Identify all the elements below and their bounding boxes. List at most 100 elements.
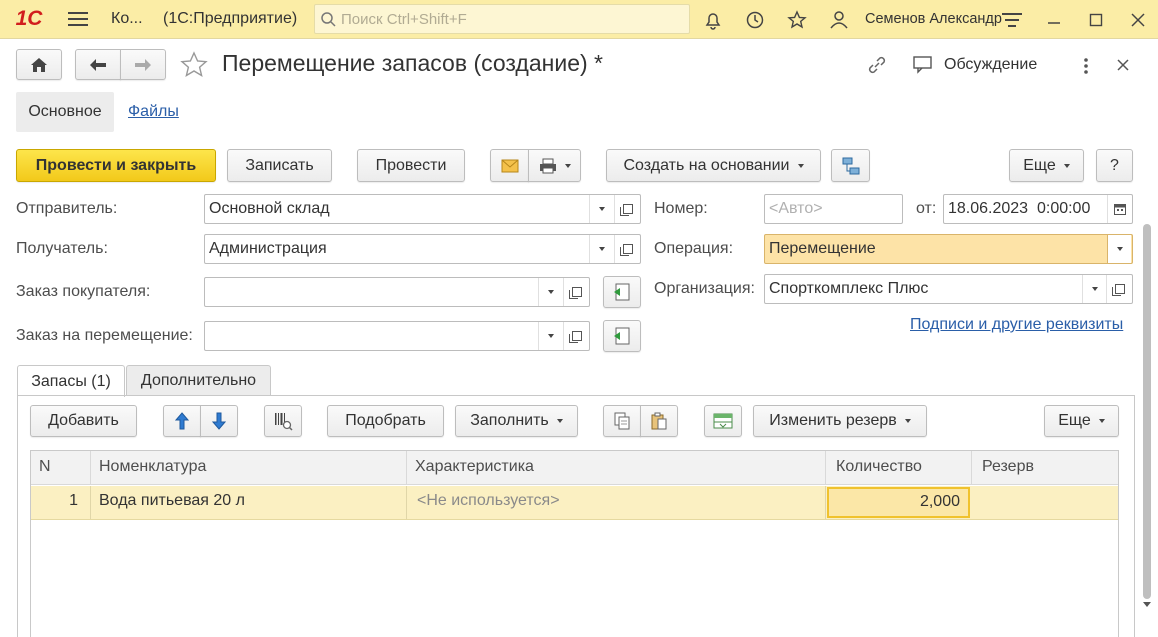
- dropdown-icon[interactable]: [538, 322, 562, 350]
- more-vertical-icon[interactable]: [1078, 56, 1094, 76]
- change-reserve-button[interactable]: Изменить резерв: [753, 405, 927, 437]
- bell-icon[interactable]: [701, 8, 725, 32]
- receiver-label: Получатель:: [16, 240, 108, 257]
- reserve-table-button[interactable]: [704, 405, 742, 437]
- favorite-star-icon[interactable]: [179, 50, 211, 80]
- arrow-up-icon: [175, 412, 189, 430]
- history-icon[interactable]: [743, 8, 767, 32]
- dropdown-icon[interactable]: [1107, 235, 1131, 263]
- search-icon: [321, 12, 336, 27]
- column-header-n[interactable]: N: [31, 451, 91, 485]
- tab-additional[interactable]: Дополнительно: [126, 365, 271, 395]
- maximize-icon[interactable]: [1085, 9, 1107, 31]
- close-form-icon[interactable]: [1116, 58, 1132, 74]
- number-field[interactable]: <Авто>: [764, 194, 903, 224]
- post-and-close-button[interactable]: Провести и закрыть: [16, 149, 216, 182]
- back-button[interactable]: [75, 49, 121, 80]
- discussion-icon[interactable]: [912, 55, 936, 77]
- receiver-value: Администрация: [209, 240, 327, 257]
- open-icon[interactable]: [1106, 275, 1132, 303]
- cell-characteristic[interactable]: <Не используется>: [407, 486, 826, 519]
- number-label: Номер:: [654, 200, 708, 217]
- paste-rows-button[interactable]: [640, 405, 678, 437]
- tab-main[interactable]: Основное: [16, 92, 114, 132]
- add-row-button[interactable]: Добавить: [30, 405, 137, 437]
- table-row[interactable]: 1 Вода питьевая 20 л <Не используется> 2…: [31, 486, 1118, 520]
- cell-n[interactable]: 1: [31, 486, 91, 519]
- home-button[interactable]: [16, 49, 62, 80]
- column-header-item[interactable]: Номенклатура: [91, 451, 407, 485]
- customer-order-field[interactable]: [204, 277, 590, 307]
- printer-icon: [539, 158, 556, 173]
- signatures-link[interactable]: Подписи и другие реквизиты: [910, 316, 1123, 334]
- discussion-button[interactable]: Обсуждение: [944, 56, 1037, 74]
- organization-field[interactable]: Спорткомплекс Плюс: [764, 274, 1133, 304]
- search-input[interactable]: Поиск Ctrl+Shift+F: [314, 4, 690, 34]
- dropdown-icon[interactable]: [1082, 275, 1106, 303]
- email-button[interactable]: [490, 149, 529, 182]
- cell-quantity[interactable]: 2,000: [827, 487, 970, 518]
- open-icon[interactable]: [563, 322, 589, 350]
- title-bar: 1С Ко... (1С:Предприятие) Поиск Ctrl+Shi…: [0, 0, 1158, 39]
- user-name[interactable]: Семенов Александр: [865, 11, 1002, 27]
- tab-stocks[interactable]: Запасы (1): [17, 365, 125, 397]
- transfer-order-field[interactable]: [204, 321, 590, 351]
- pick-button[interactable]: Подобрать: [327, 405, 444, 437]
- operation-field[interactable]: Перемещение: [764, 234, 1133, 264]
- column-header-reserve[interactable]: Резерв: [972, 451, 1118, 485]
- close-window-icon[interactable]: [1127, 9, 1149, 31]
- fill-document-icon: [614, 327, 630, 345]
- calendar-icon[interactable]: [1107, 195, 1132, 223]
- tab-files[interactable]: Файлы: [128, 103, 179, 121]
- table-more-button[interactable]: Еще: [1044, 405, 1119, 437]
- star-icon[interactable]: [785, 8, 809, 32]
- fill-from-transfer-order-button[interactable]: [603, 320, 641, 352]
- copy-rows-button[interactable]: [603, 405, 641, 437]
- create-based-on-button[interactable]: Создать на основании: [606, 149, 821, 182]
- structure-button[interactable]: [831, 149, 870, 182]
- barcode-search-button[interactable]: [264, 405, 302, 437]
- fill-from-customer-order-button[interactable]: [603, 276, 641, 308]
- sender-label: Отправитель:: [16, 200, 118, 217]
- scroll-down-icon[interactable]: [1143, 602, 1151, 607]
- date-label: от:: [916, 200, 937, 217]
- change-reserve-label: Изменить резерв: [769, 412, 897, 429]
- dropdown-icon[interactable]: [589, 195, 613, 223]
- cell-reserve[interactable]: [972, 486, 1118, 519]
- date-value: 18.06.2023 0:00:00: [948, 200, 1091, 217]
- user-icon[interactable]: [827, 8, 851, 32]
- move-down-button[interactable]: [200, 405, 238, 437]
- link-icon[interactable]: [866, 54, 890, 78]
- date-field[interactable]: 18.06.2023 0:00:00: [943, 194, 1133, 224]
- app-logo: 1С: [15, 7, 43, 30]
- number-placeholder: <Авто>: [769, 200, 823, 217]
- menu-icon[interactable]: [66, 9, 90, 29]
- organization-value: Спорткомплекс Плюс: [769, 280, 929, 297]
- fill-button[interactable]: Заполнить: [455, 405, 578, 437]
- post-button[interactable]: Провести: [357, 149, 465, 182]
- open-icon[interactable]: [614, 195, 640, 223]
- arrow-left-icon: [90, 58, 106, 71]
- sender-value: Основной склад: [209, 200, 330, 217]
- customer-order-label: Заказ покупателя:: [16, 283, 151, 300]
- open-icon[interactable]: [614, 235, 640, 263]
- column-header-characteristic[interactable]: Характеристика: [407, 451, 826, 485]
- search-placeholder: Поиск Ctrl+Shift+F: [341, 11, 467, 28]
- forward-button[interactable]: [120, 49, 166, 80]
- scrollbar-thumb[interactable]: [1143, 224, 1151, 599]
- settings-menu-icon[interactable]: [1000, 9, 1024, 31]
- more-button[interactable]: Еще: [1009, 149, 1084, 182]
- move-up-button[interactable]: [163, 405, 201, 437]
- minimize-icon[interactable]: [1043, 9, 1065, 31]
- vertical-scrollbar[interactable]: [1140, 210, 1154, 627]
- sender-field[interactable]: Основной склад: [204, 194, 641, 224]
- help-button[interactable]: ?: [1096, 149, 1133, 182]
- dropdown-icon[interactable]: [538, 278, 562, 306]
- receiver-field[interactable]: Администрация: [204, 234, 641, 264]
- open-icon[interactable]: [563, 278, 589, 306]
- column-header-quantity[interactable]: Количество: [826, 451, 972, 485]
- save-button[interactable]: Записать: [227, 149, 332, 182]
- cell-item[interactable]: Вода питьевая 20 л: [91, 486, 407, 519]
- print-button[interactable]: [528, 149, 581, 182]
- dropdown-icon[interactable]: [589, 235, 613, 263]
